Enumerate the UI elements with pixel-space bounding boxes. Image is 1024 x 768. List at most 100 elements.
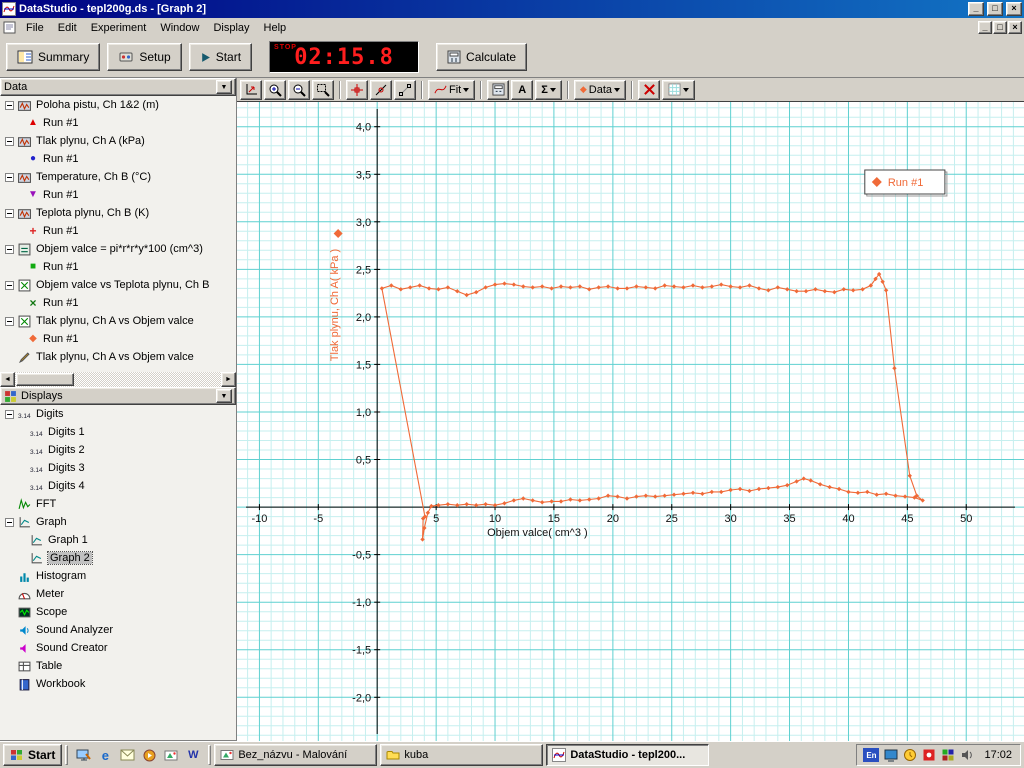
display-item[interactable]: Sound Creator [0,639,236,657]
child-minimize-button[interactable]: _ [978,21,992,34]
graph-area[interactable]: -10 -5 5 10 15 20 25 30 35 40 45 50 4,0 3,5 3,0 2,5 2,0 1… [237,102,1024,741]
display-item[interactable]: Meter [0,585,236,603]
graph-settings-dropdown[interactable] [662,79,696,100]
triangle-down-marker-icon: ▼ [28,189,38,200]
zoom-in-button[interactable] [264,79,286,100]
menu-window[interactable]: Window [153,19,206,37]
display-child-item[interactable]: Graph 2 [0,549,236,567]
note-tool-button[interactable] [394,79,416,100]
data-dropdown[interactable]: ◆ Data [573,79,627,100]
ie-icon[interactable]: e [96,746,114,764]
zoom-out-button[interactable] [288,79,310,100]
display-child-item[interactable]: 3.14 Digits 3 [0,459,236,477]
display-item[interactable]: FFT [0,495,236,513]
scrollbar-thumb[interactable] [16,373,74,386]
data-source-item[interactable]: Tlak plynu, Ch A vs Objem valce [0,312,236,330]
scroll-left-icon[interactable]: ◄ [0,372,15,387]
taskbar-clock[interactable]: 17:02 [979,749,1012,761]
taskbar-task-button[interactable]: kuba [380,744,544,766]
child-close-button[interactable]: × [1008,21,1022,34]
calculator-tool-button[interactable] [487,79,510,100]
run-item[interactable]: ▲ Run #1 [0,114,236,132]
smart-tool-button[interactable] [346,79,368,100]
graph-svg[interactable]: -10 -5 5 10 15 20 25 30 35 40 45 50 4,0 3,5 3,0 2,5 2,0 1… [237,102,1024,741]
data-source-item[interactable]: Tlak plynu, Ch A vs Objem valce [0,348,236,366]
run-item[interactable]: × Run #1 [0,294,236,312]
remove-data-button[interactable] [638,79,661,100]
taskbar-task-button[interactable]: Bez_názvu - Malování [214,744,378,766]
keyboard-layout-indicator[interactable]: En [863,748,880,762]
display-settings-icon[interactable] [884,748,898,762]
collapse-icon[interactable] [5,208,14,218]
menu-edit[interactable]: Edit [51,19,84,37]
scheduler-icon[interactable] [903,748,917,762]
display-item[interactable]: Graph [0,513,236,531]
data-tree-hscrollbar[interactable]: ◄ ► [0,372,236,387]
paint-quick-icon[interactable] [162,746,180,764]
display-item[interactable]: Histogram [0,567,236,585]
run-item[interactable]: ■ Run #1 [0,258,236,276]
menu-display[interactable]: Display [206,19,256,37]
menu-help[interactable]: Help [257,19,294,37]
statistics-dropdown[interactable]: Σ [535,79,562,100]
data-source-item[interactable]: Objem valce = pi*r*r*y*100 (cm^3) [0,240,236,258]
fft-icon [18,497,32,511]
scroll-right-icon[interactable]: ► [221,372,236,387]
run-item[interactable]: ▼ Run #1 [0,186,236,204]
start-menu-button[interactable]: Start [3,744,63,766]
minimize-button[interactable]: _ [968,2,984,16]
data-panel-menu-button[interactable]: ▼ [216,80,232,94]
chevron-down-icon [549,87,556,92]
data-source-item[interactable]: Poloha pistu, Ch 1&2 (m) [0,96,236,114]
display-item[interactable]: Table [0,657,236,675]
scale-to-fit-button[interactable] [240,79,262,100]
display-child-item[interactable]: 3.14 Digits 4 [0,477,236,495]
display-item[interactable]: Sound Analyzer [0,621,236,639]
display-child-item[interactable]: Graph 1 [0,531,236,549]
calculate-button[interactable]: Calculate [436,43,528,71]
data-source-item[interactable]: Tlak plynu, Ch A (kPa) [0,132,236,150]
slope-tool-button[interactable] [370,79,392,100]
media-player-icon[interactable] [140,746,158,764]
summary-button[interactable]: Summary [6,43,101,71]
zoom-select-button[interactable] [312,79,334,100]
svg-text:3.14: 3.14 [30,448,43,455]
data-source-item[interactable]: Teplota plynu, Ch B (K) [0,204,236,222]
text-tool-button[interactable]: A [511,79,534,100]
collapse-icon[interactable] [5,409,14,419]
displays-panel-menu-button[interactable]: ▼ [216,389,232,403]
show-desktop-icon[interactable] [74,746,92,764]
collapse-icon[interactable] [5,100,14,110]
volume-icon[interactable] [960,748,974,762]
child-restore-button[interactable]: □ [993,21,1007,34]
menu-file[interactable]: File [19,19,51,37]
fit-dropdown[interactable]: Fit [428,79,476,100]
display-child-item[interactable]: 3.14 Digits 1 [0,423,236,441]
collapse-icon[interactable] [5,517,14,527]
data-source-item[interactable]: Objem valce vs Teplota plynu, Ch B [0,276,236,294]
close-button[interactable]: × [1006,2,1022,16]
run-item[interactable]: ● Run #1 [0,150,236,168]
display-child-item[interactable]: 3.14 Digits 2 [0,441,236,459]
run-item[interactable]: ◆ Run #1 [0,330,236,348]
menu-experiment[interactable]: Experiment [84,19,154,37]
data-source-item[interactable]: Temperature, Ch B (°C) [0,168,236,186]
graphics-utility-icon[interactable] [941,748,955,762]
outlook-icon[interactable] [118,746,136,764]
antivirus-icon[interactable] [922,748,936,762]
collapse-icon[interactable] [5,280,14,290]
start-button[interactable]: Start [188,43,253,71]
restore-button[interactable]: □ [987,2,1003,16]
collapse-icon[interactable] [5,172,14,182]
taskbar-task-button[interactable]: DataStudio - tepl200... [546,744,710,766]
svg-text:-10: -10 [251,513,267,525]
collapse-icon[interactable] [5,244,14,254]
display-item[interactable]: Workbook [0,675,236,693]
display-item[interactable]: Scope [0,603,236,621]
setup-button[interactable]: Setup [107,43,182,71]
word-icon[interactable]: W [184,746,202,764]
collapse-icon[interactable] [5,136,14,146]
display-item[interactable]: 3.14 Digits [0,405,236,423]
collapse-icon[interactable] [5,316,14,326]
run-item[interactable]: + Run #1 [0,222,236,240]
